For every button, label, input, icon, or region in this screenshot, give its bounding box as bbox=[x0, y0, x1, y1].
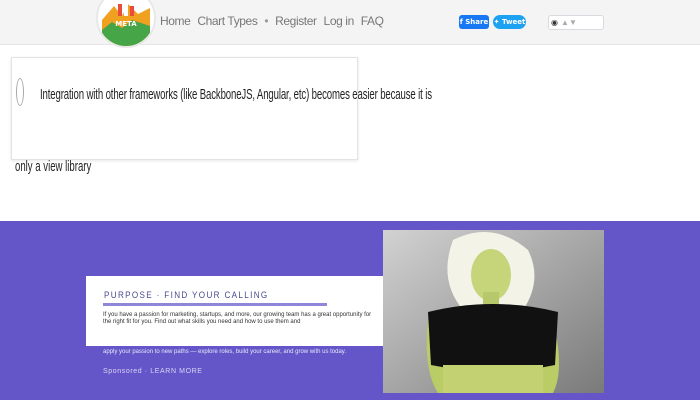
stumbleupon-widget[interactable]: ◉ ▲ ▼ bbox=[548, 15, 604, 30]
stumbleupon-icon: ◉ bbox=[551, 18, 558, 27]
nav-faq[interactable]: FAQ bbox=[361, 14, 384, 28]
site-header: META Home Chart Types • Register Log in … bbox=[0, 0, 700, 48]
nav-login[interactable]: Log in bbox=[324, 14, 355, 28]
promo-title: PURPOSE · FIND YOUR CALLING bbox=[104, 290, 269, 300]
promo-divider bbox=[103, 303, 327, 306]
answer-radio[interactable] bbox=[16, 78, 24, 106]
promo-photo bbox=[383, 230, 604, 393]
facebook-share-button[interactable]: f Share bbox=[459, 15, 489, 29]
nav-register[interactable]: Register bbox=[275, 14, 317, 28]
nav-home[interactable]: Home bbox=[160, 14, 191, 28]
twitter-tweet-button[interactable]: ✦ Tweet bbox=[493, 15, 526, 29]
model-image-icon bbox=[383, 230, 604, 393]
answer-text: Integration with other frameworks (like … bbox=[40, 86, 432, 103]
promo-body: If you have a passion for marketing, sta… bbox=[103, 312, 372, 325]
site-logo[interactable]: META bbox=[96, 0, 156, 48]
twitter-tweet-label: Tweet bbox=[501, 18, 526, 26]
nav-separator: • bbox=[264, 14, 269, 28]
promo-body-lower: apply your passion to new paths — explor… bbox=[103, 349, 347, 355]
logo-text: META bbox=[115, 20, 137, 28]
promo-text-box bbox=[86, 276, 402, 346]
main-nav: Home Chart Types • Register Log in FAQ bbox=[160, 14, 388, 28]
answer-text-continued: only a view library bbox=[15, 158, 92, 175]
twitter-icon: ✦ bbox=[493, 18, 500, 26]
promo-sponsored-label[interactable]: Sponsored · LEARN MORE bbox=[103, 368, 203, 375]
answer-card: Integration with other frameworks (like … bbox=[11, 57, 432, 160]
thumbs-up-icon[interactable]: ▲ bbox=[561, 16, 569, 29]
nav-chart-types[interactable]: Chart Types bbox=[197, 14, 257, 28]
thumbs-down-icon[interactable]: ▼ bbox=[569, 16, 577, 29]
